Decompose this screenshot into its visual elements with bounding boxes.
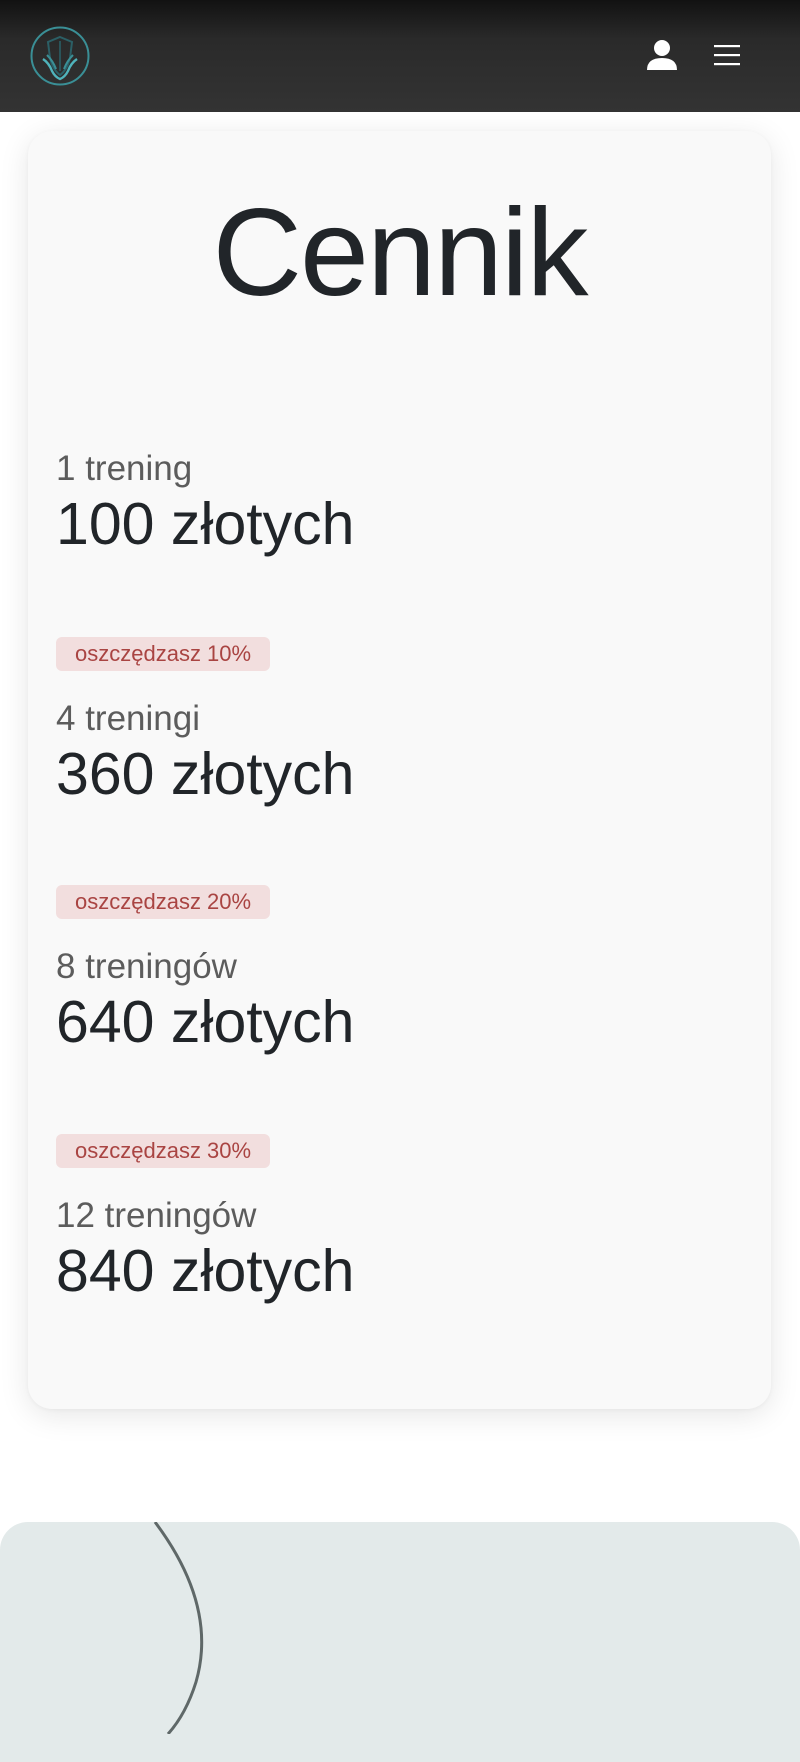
user-icon[interactable] — [643, 36, 681, 74]
discount-badge: oszczędzasz 20% — [56, 885, 271, 919]
discount-badge: oszczędzasz 10% — [56, 637, 271, 671]
price-item-value: 100 złotych — [56, 491, 355, 557]
pricing-card: Cennik 1 trening 100 złotych oszczędzasz… — [28, 131, 771, 1409]
page-title: Cennik — [212, 184, 589, 322]
price-item-value: 360 złotych — [56, 741, 355, 807]
price-item-2: oszczędzasz 10% 4 treningi 360 złotych — [56, 637, 656, 807]
price-item-label: 4 treningi — [56, 699, 200, 738]
price-item-label: 12 treningów — [56, 1196, 257, 1235]
price-item-label: 8 treningów — [56, 947, 237, 986]
price-item-value: 640 złotych — [56, 989, 355, 1055]
bottom-decorative-panel — [0, 1522, 800, 1762]
price-item-value: 840 złotych — [56, 1238, 355, 1304]
price-item-3: oszczędzasz 20% 8 treningów 640 złotych — [56, 885, 656, 1055]
decorative-arc — [153, 1522, 204, 1734]
price-item-1: 1 trening 100 złotych — [56, 449, 656, 557]
logo-icon[interactable] — [29, 25, 91, 87]
price-item-label: 1 trening — [56, 449, 193, 488]
discount-badge: oszczędzasz 30% — [56, 1134, 271, 1168]
price-item-4: oszczędzasz 30% 12 treningów 840 złotych — [56, 1134, 656, 1304]
top-navbar — [0, 0, 800, 112]
hamburger-menu-icon[interactable] — [708, 36, 746, 74]
